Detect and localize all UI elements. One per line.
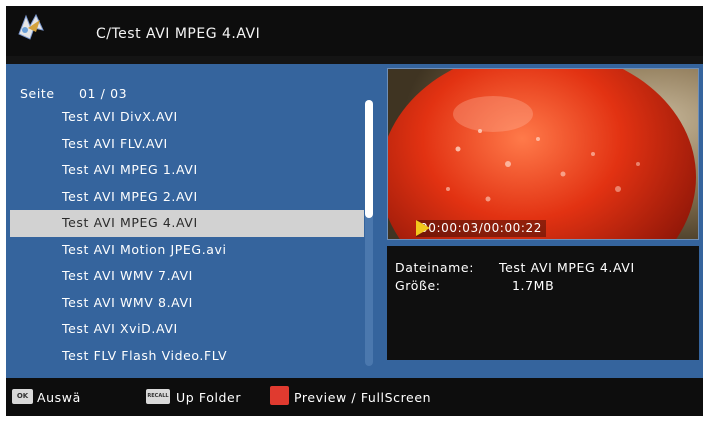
playback-time: 00:00:03/00:00:22 — [416, 220, 547, 237]
header-bar: C/Test AVI MPEG 4.AVI — [6, 6, 703, 56]
file-list-item[interactable]: Test AVI Motion JPEG.avi — [10, 237, 364, 264]
video-preview[interactable]: 00:00:03/00:00:22 — [387, 68, 699, 240]
filename-label: Dateiname: — [395, 260, 475, 275]
ok-key-icon[interactable]: OK — [12, 389, 33, 404]
media-browser-screen: C/Test AVI MPEG 4.AVI Seite 01 / 03 Test… — [6, 6, 703, 416]
file-list-item[interactable]: Test FLV Flash Video.FLV — [10, 343, 364, 370]
play-marker-icon — [416, 220, 430, 236]
file-list-item[interactable]: Test AVI WMV 7.AVI — [10, 263, 364, 290]
scrollbar-track[interactable] — [365, 100, 373, 366]
ok-label: Auswä — [37, 390, 81, 405]
page-indicator: 01 / 03 — [79, 86, 128, 101]
size-label: Größe: — [395, 278, 441, 293]
file-list-item[interactable]: Test AVI MPEG 1.AVI — [10, 157, 364, 184]
preview-image — [388, 69, 698, 239]
current-path: C/Test AVI MPEG 4.AVI — [96, 26, 261, 42]
file-list-item[interactable]: Test AVI FLV.AVI — [10, 131, 364, 158]
filename-value: Test AVI MPEG 4.AVI — [499, 260, 635, 275]
file-list-item-selected[interactable]: Test AVI MPEG 4.AVI — [10, 210, 364, 237]
page-label: Seite — [20, 86, 55, 101]
preview-fullscreen-label: Preview / FullScreen — [294, 390, 432, 405]
scrollbar-thumb[interactable] — [365, 100, 373, 218]
file-list-item[interactable]: Test AVI MPEG 2.AVI — [10, 184, 364, 211]
footer-bar: OK Auswä RECALL Up Folder Preview / Full… — [6, 378, 703, 416]
file-info-box: Dateiname: Test AVI MPEG 4.AVI Größe: 1.… — [387, 246, 699, 360]
media-player-logo-icon — [16, 12, 46, 42]
up-folder-label: Up Folder — [176, 390, 242, 405]
size-value: 1.7MB — [512, 278, 555, 293]
file-list-item[interactable]: Test AVI DivX.AVI — [10, 104, 364, 131]
red-key-icon[interactable] — [270, 386, 289, 405]
file-list-item[interactable]: Test AVI XviD.AVI — [10, 316, 364, 343]
recall-key-icon[interactable]: RECALL — [146, 389, 170, 404]
file-list: Test AVI DivX.AVI Test AVI FLV.AVI Test AV… — [10, 104, 364, 369]
file-list-item[interactable]: Test AVI WMV 8.AVI — [10, 290, 364, 317]
